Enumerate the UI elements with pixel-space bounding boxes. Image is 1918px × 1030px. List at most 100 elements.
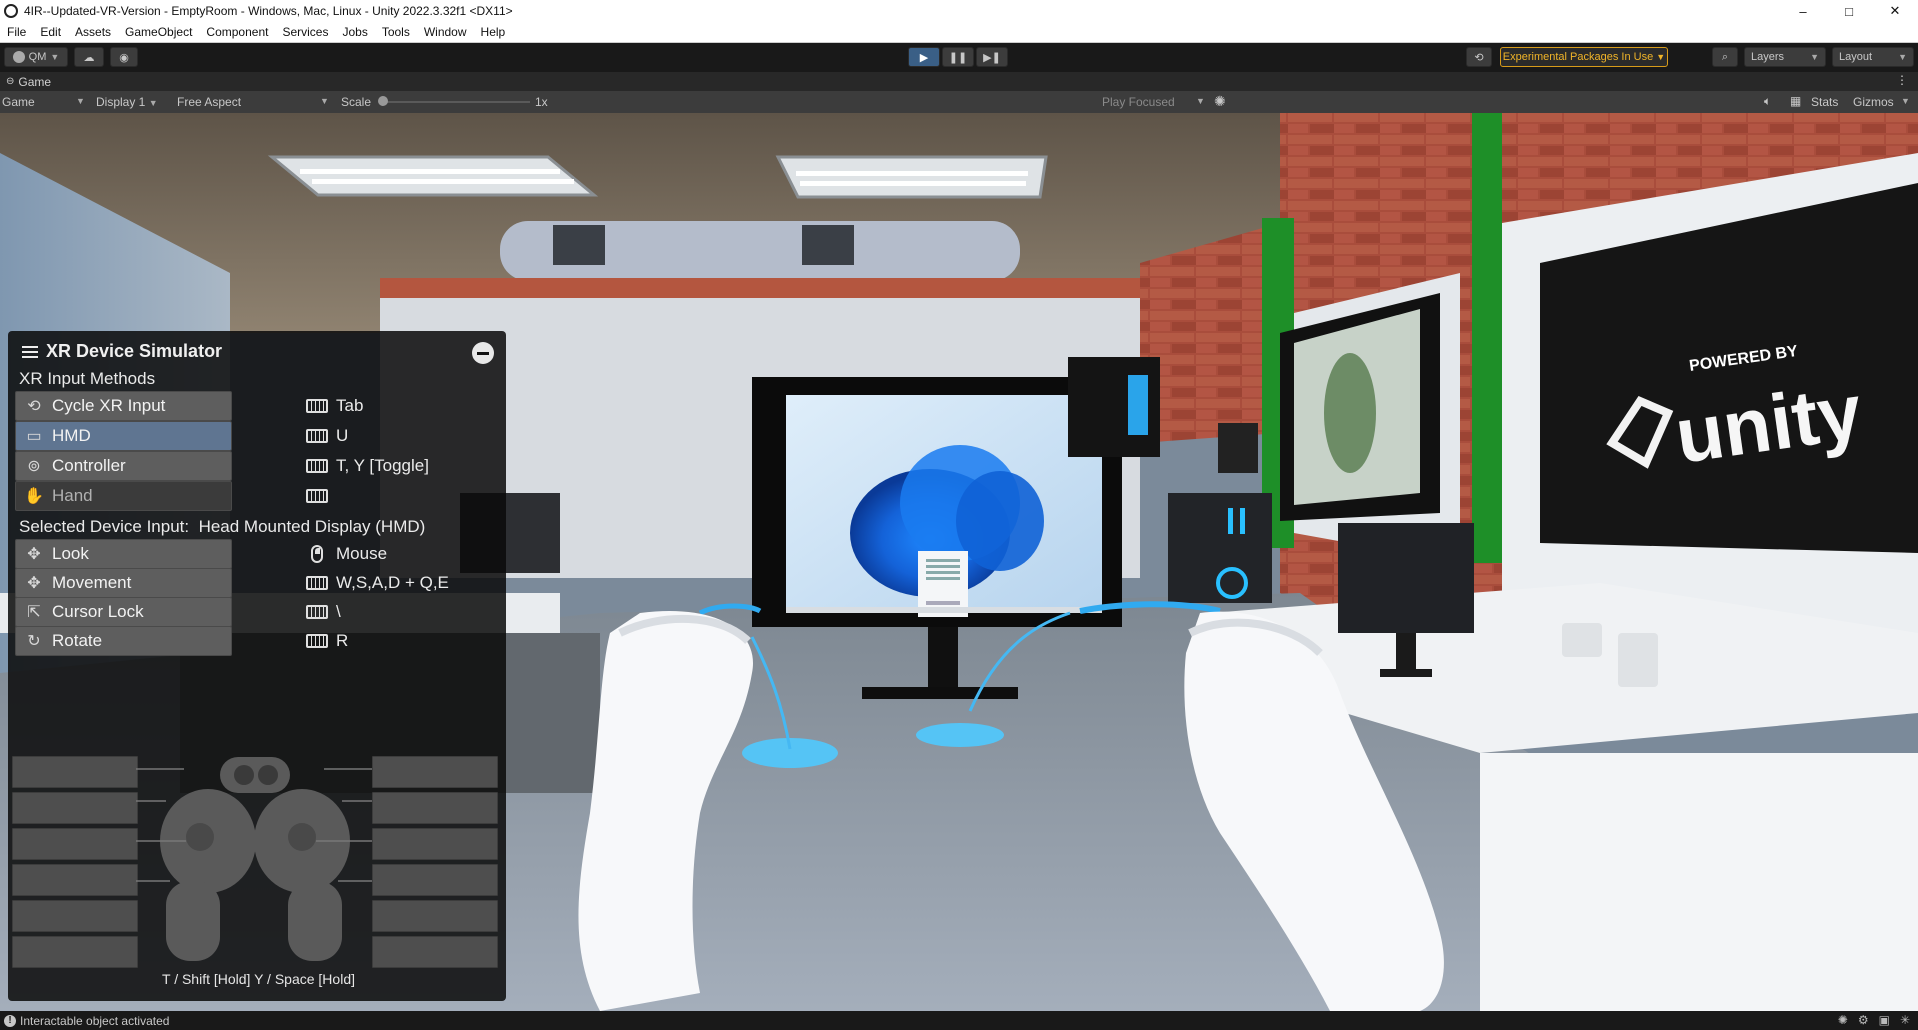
chevron-down-icon: ▼: [1196, 96, 1205, 106]
collab-icon[interactable]: ◉: [110, 47, 138, 67]
view-dropdown[interactable]: Game: [2, 95, 35, 109]
right-controller-binding-slot[interactable]: [372, 864, 498, 896]
menu-component[interactable]: Component: [199, 25, 275, 39]
play-controls: ▶ ❚❚ ▶❚: [908, 47, 1008, 67]
rotate-button[interactable]: ↻ Rotate: [15, 626, 232, 656]
keyboard-icon: [306, 634, 328, 648]
controller-button[interactable]: ⊚ Controller: [15, 451, 232, 481]
minus-icon: [477, 351, 489, 355]
movement-shortcut: W,S,A,D + Q,E: [306, 568, 449, 598]
keyboard-icon: [306, 429, 328, 443]
info-icon: !: [4, 1014, 16, 1027]
left-controller-binding-slot[interactable]: [12, 828, 138, 860]
layout-dropdown[interactable]: Layout ▼: [1832, 47, 1914, 67]
play-button[interactable]: ▶: [908, 47, 940, 67]
hand-button[interactable]: ✋ Hand: [15, 481, 232, 511]
gizmos-button[interactable]: Gizmos: [1853, 95, 1894, 109]
cursor-icon: ⇱: [27, 604, 41, 621]
selected-device-input: Selected Device Input: Head Mounted Disp…: [19, 517, 426, 536]
menu-edit[interactable]: Edit: [33, 25, 68, 39]
right-controller-binding-slot[interactable]: [372, 828, 498, 860]
experimental-packages-dropdown[interactable]: Experimental Packages In Use ▼: [1500, 47, 1668, 67]
menu-services[interactable]: Services: [275, 25, 335, 39]
look-button[interactable]: ✥ Look: [15, 539, 232, 569]
rotate-icon: ↻: [27, 633, 41, 650]
menu-file[interactable]: File: [0, 25, 33, 39]
more-options-icon[interactable]: ⋮: [1896, 73, 1908, 87]
menu-help[interactable]: Help: [474, 25, 513, 39]
settings-icon[interactable]: ✳: [1900, 1013, 1910, 1027]
move-arrows-icon: ✥: [27, 575, 41, 592]
controller-diagram-icon: [136, 757, 372, 961]
account-dropdown[interactable]: QM ▼: [4, 47, 68, 67]
collapse-panel-button[interactable]: [472, 342, 494, 364]
debug-icon[interactable]: ✺: [1838, 1013, 1848, 1027]
status-message[interactable]: Interactable object activated: [20, 1014, 169, 1028]
window-title: 4IR--Updated-VR-Version - EmptyRoom - Wi…: [24, 4, 513, 18]
progress-icon[interactable]: ⚙: [1858, 1013, 1869, 1027]
aspect-dropdown[interactable]: Free Aspect: [177, 95, 241, 109]
hand-shortcut: [306, 481, 336, 511]
controller-icon: ⊚: [27, 458, 41, 475]
menu-bar: File Edit Assets GameObject Component Se…: [0, 22, 1918, 43]
play-focused-dropdown[interactable]: Play Focused: [1102, 95, 1175, 109]
scale-value: 1x: [535, 95, 548, 109]
hmd-button[interactable]: ▭ HMD: [15, 421, 232, 451]
right-controller-binding-slot[interactable]: [372, 792, 498, 824]
chevron-down-icon: ▼: [1901, 96, 1910, 106]
chevron-down-icon: ▼: [1656, 52, 1666, 62]
cursor-lock-button[interactable]: ⇱ Cursor Lock: [15, 597, 232, 627]
headset-icon: ▭: [26, 428, 42, 445]
left-controller-binding-slot[interactable]: [12, 792, 138, 824]
step-button[interactable]: ▶❚: [976, 47, 1008, 67]
account-icon: [12, 51, 25, 63]
right-controller-binding-slot[interactable]: [372, 936, 498, 968]
chevron-down-icon: ▼: [1810, 52, 1819, 62]
scale-slider-handle[interactable]: [378, 96, 388, 106]
hmd-shortcut: U: [306, 421, 348, 451]
right-controller-binding-slot[interactable]: [372, 900, 498, 932]
left-controller-binding-slot[interactable]: [12, 756, 138, 788]
display-dropdown[interactable]: Display 1 ▼: [96, 95, 158, 109]
minimize-button[interactable]: –: [1780, 0, 1826, 22]
history-icon[interactable]: ⟲: [1466, 47, 1492, 67]
movement-button[interactable]: ✥ Movement: [15, 568, 232, 598]
keyboard-icon: [306, 576, 328, 590]
audio-icon[interactable]: 🔈︎: [1764, 94, 1771, 109]
game-tab[interactable]: ⊖ Game ⋮: [0, 72, 1918, 91]
selected-device-value: Head Mounted Display (HMD): [198, 517, 426, 536]
game-viewport[interactable]: POWERED BY unity XR Device Simulator XR …: [0, 113, 1918, 1011]
menu-assets[interactable]: Assets: [68, 25, 118, 39]
left-controller-binding-slot[interactable]: [12, 936, 138, 968]
bug-icon[interactable]: ✺: [1214, 93, 1226, 110]
menu-gameobject[interactable]: GameObject: [118, 25, 199, 39]
xr-panel-header[interactable]: XR Device Simulator: [22, 341, 222, 362]
cloud-icon[interactable]: ☁: [74, 47, 104, 67]
left-controller-binding-slot[interactable]: [12, 900, 138, 932]
cycle-xr-input-shortcut: Tab: [306, 391, 363, 421]
scale-slider-track[interactable]: [384, 101, 530, 103]
left-controller-binding-slot[interactable]: [12, 864, 138, 896]
maximize-button[interactable]: □: [1826, 0, 1872, 22]
controller-shortcut: T, Y [Toggle]: [306, 451, 429, 481]
cache-icon[interactable]: ▣: [1879, 1013, 1890, 1027]
gamepad-icon: ⊖: [6, 76, 15, 87]
search-icon[interactable]: ⌕: [1712, 47, 1738, 67]
drag-handle-icon[interactable]: [22, 345, 38, 358]
cycle-icon: ⟲: [27, 398, 41, 415]
chevron-down-icon: ▼: [1898, 52, 1907, 62]
keyboard-icon: [306, 459, 328, 473]
menu-tools[interactable]: Tools: [375, 25, 417, 39]
main-toolbar: QM ▼ ☁ ◉ ▶ ❚❚ ▶❚ ⟲ Experimental Packages…: [0, 43, 1918, 72]
menu-jobs[interactable]: Jobs: [335, 25, 374, 39]
close-button[interactable]: ✕: [1872, 0, 1918, 22]
right-controller-binding-slot[interactable]: [372, 756, 498, 788]
chevron-down-icon: ▼: [76, 96, 85, 106]
menu-window[interactable]: Window: [417, 25, 474, 39]
cycle-xr-input-button[interactable]: ⟲ Cycle XR Input: [15, 391, 232, 421]
layers-dropdown[interactable]: Layers ▼: [1744, 47, 1826, 67]
game-view-toolbar: Game ▼ Display 1 ▼ Free Aspect ▼ Scale 1…: [0, 91, 1918, 113]
keyboard-icon: [306, 605, 328, 619]
pause-button[interactable]: ❚❚: [942, 47, 974, 67]
stats-button[interactable]: Stats: [1811, 95, 1838, 109]
